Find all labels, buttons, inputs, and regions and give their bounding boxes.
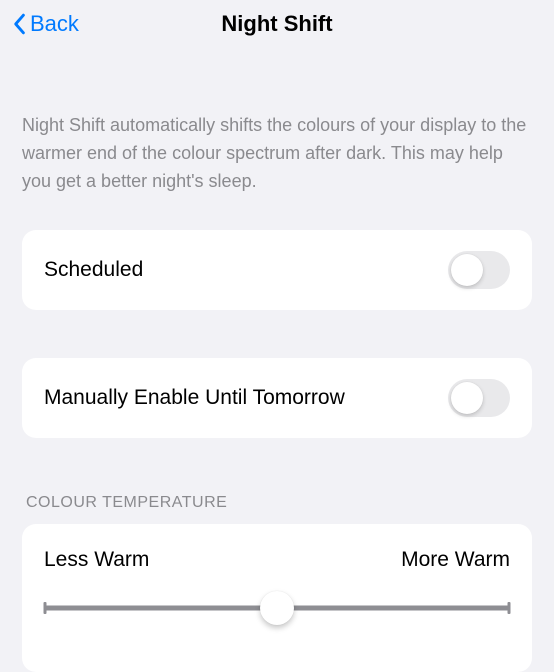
content: Night Shift automatically shifts the col… <box>0 112 554 672</box>
scheduled-label: Scheduled <box>44 258 143 282</box>
more-warm-label: More Warm <box>401 548 510 572</box>
scheduled-toggle[interactable] <box>448 251 510 289</box>
slider-tick-left <box>44 602 47 614</box>
back-button[interactable]: Back <box>12 11 79 37</box>
slider-tick-right <box>508 602 511 614</box>
manual-enable-label: Manually Enable Until Tomorrow <box>44 386 345 410</box>
toggle-knob <box>451 254 483 286</box>
manual-enable-toggle[interactable] <box>448 379 510 417</box>
description-text: Night Shift automatically shifts the col… <box>22 112 532 196</box>
scheduled-row: Scheduled <box>22 230 532 310</box>
colour-temperature-slider[interactable] <box>44 592 510 624</box>
chevron-left-icon <box>12 13 26 35</box>
manual-enable-row: Manually Enable Until Tomorrow <box>22 358 532 438</box>
back-label: Back <box>30 11 79 37</box>
toggle-knob <box>451 382 483 414</box>
page-title: Night Shift <box>0 11 554 37</box>
slider-thumb[interactable] <box>260 591 294 625</box>
less-warm-label: Less Warm <box>44 548 149 572</box>
colour-temperature-header: COLOUR TEMPERATURE <box>26 494 532 512</box>
colour-temperature-card: Less Warm More Warm <box>22 524 532 672</box>
header: Back Night Shift <box>0 0 554 48</box>
